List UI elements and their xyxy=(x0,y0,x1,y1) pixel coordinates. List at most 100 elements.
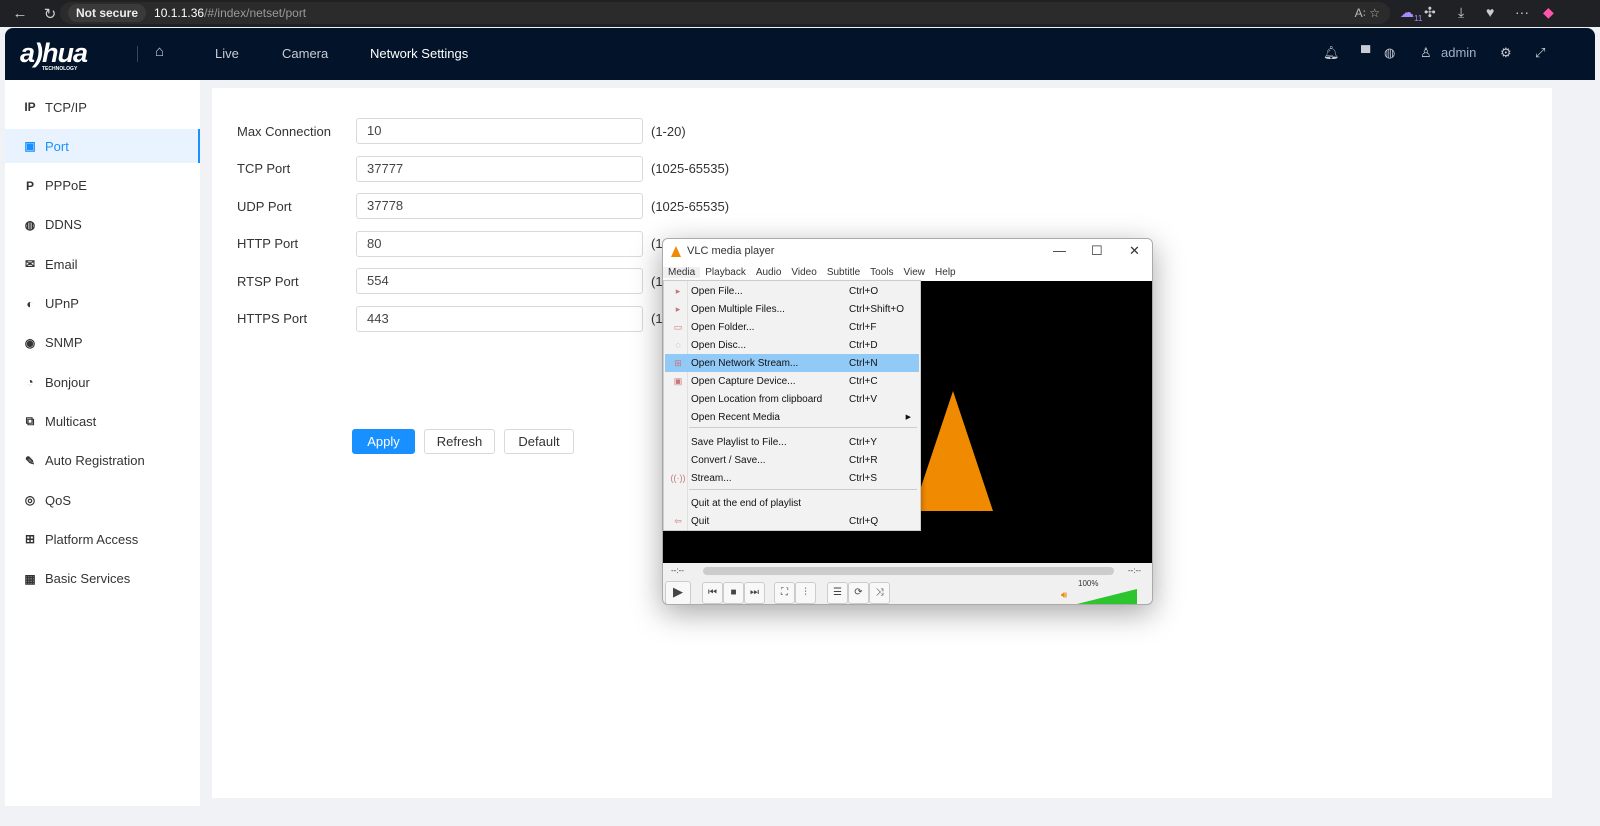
sidebar-item-multicast[interactable]: ⧉ Multicast xyxy=(5,404,200,438)
sidebar-item-bonjour[interactable]: ◔ Bonjour xyxy=(5,365,200,399)
nav-camera[interactable]: Camera xyxy=(282,46,328,61)
more-icon[interactable]: ··· xyxy=(1515,4,1529,20)
menu-item-save-playlist-to-file[interactable]: Save Playlist to File... Ctrl+Y xyxy=(665,433,919,451)
vlc-menu-help[interactable]: Help xyxy=(930,267,961,278)
menu-item-open-file[interactable]: ▸ Open File... Ctrl+O xyxy=(665,282,919,300)
platform-icon: ⊞ xyxy=(24,532,36,547)
previous-button[interactable]: ⏮ xyxy=(702,582,723,604)
nav-live[interactable]: Live xyxy=(215,46,239,61)
maximize-button[interactable]: ☐ xyxy=(1091,243,1103,259)
downloads-icon[interactable]: ⤓ xyxy=(1458,4,1464,21)
menu-item-label: Open Disc... xyxy=(691,339,747,351)
reload-icon[interactable]: ↻ xyxy=(40,5,60,23)
sidebar-item-label: Platform Access xyxy=(45,531,139,547)
minimize-button[interactable]: — xyxy=(1053,243,1066,258)
volume-slider[interactable] xyxy=(1077,589,1137,604)
menu-item-open-disc[interactable]: ◌ Open Disc... Ctrl+D xyxy=(665,336,919,354)
menu-item-open-folder[interactable]: ▭ Open Folder... Ctrl+F xyxy=(665,318,919,336)
field-range: (1025-65535) xyxy=(651,161,730,176)
menu-item-open-multiple-files[interactable]: ▸ Open Multiple Files... Ctrl+Shift+O xyxy=(665,300,919,318)
form-row: HTTPS Port 443 (1 xyxy=(237,305,663,332)
dahua-logo: a)hua TECHNOLOGY xyxy=(20,38,88,72)
shirt-icon[interactable]: ▀ xyxy=(1361,45,1370,60)
menu-item-label: Open Recent Media xyxy=(691,411,780,423)
fullscreen-button[interactable]: ⛶ xyxy=(774,582,795,604)
menu-item-label: Stream... xyxy=(691,472,732,484)
shuffle-button[interactable]: ⤨ xyxy=(869,582,890,604)
not-secure-badge[interactable]: Not secure xyxy=(68,4,147,22)
user-name[interactable]: admin xyxy=(1441,45,1476,60)
back-icon[interactable]: ← xyxy=(10,5,30,22)
menu-item-open-location-from-clipboard[interactable]: Open Location from clipboard Ctrl+V xyxy=(665,390,919,408)
vlc-menu-tools[interactable]: Tools xyxy=(865,267,898,278)
playlist-button[interactable]: ☰ xyxy=(827,582,848,604)
vlc-menu-audio[interactable]: Audio xyxy=(751,267,787,278)
bell-icon[interactable]: 🔔︎ xyxy=(1323,45,1340,61)
menu-item-open-network-stream[interactable]: ⊞ Open Network Stream... Ctrl+N xyxy=(665,354,919,372)
user-icon[interactable]: ♙ xyxy=(1420,45,1432,61)
qos-icon: ◎ xyxy=(24,493,36,507)
seek-slider[interactable] xyxy=(703,567,1114,575)
extension-icon[interactable]: ☁11 xyxy=(1400,4,1422,23)
field-input[interactable]: 37777 xyxy=(356,155,643,182)
sidebar-item-tcp-ip[interactable]: IP TCP/IP xyxy=(5,90,200,124)
fullscreen-icon[interactable]: ⤢ xyxy=(1535,45,1545,61)
menu-item-open-capture-device[interactable]: ▣ Open Capture Device... Ctrl+C xyxy=(665,372,919,390)
close-button[interactable]: ✕ xyxy=(1129,243,1140,259)
sidebar: IP TCP/IP ▣ Port P PPPoE ◍ DDNS ✉ Email ◐ UPnP ◉ SNMP… xyxy=(5,80,200,806)
sidebar-item-qos[interactable]: ◎ QoS xyxy=(5,483,200,517)
menu-item-stream[interactable]: ((·)) Stream... Ctrl+S xyxy=(665,469,919,487)
extended-settings-button[interactable]: ⫶ xyxy=(795,582,816,604)
globe-icon[interactable]: ◍ xyxy=(1384,45,1395,61)
form-row: TCP Port 37777 (1025-65535) xyxy=(237,155,730,182)
field-input[interactable]: 37778 xyxy=(356,193,643,219)
refresh-button[interactable]: Refresh xyxy=(424,429,495,454)
vlc-menu-view[interactable]: View xyxy=(899,267,931,278)
home-icon[interactable]: ⌂ xyxy=(155,43,164,60)
menu-item-label: Quit at the end of playlist xyxy=(691,497,802,509)
sidebar-item-email[interactable]: ✉ Email xyxy=(5,247,200,281)
sidebar-item-snmp[interactable]: ◉ SNMP xyxy=(5,326,200,360)
health-icon[interactable]: ♥ xyxy=(1486,4,1494,20)
field-input[interactable]: 554 xyxy=(356,268,643,294)
sidebar-item-label: Port xyxy=(45,138,69,154)
sidebar-item-port[interactable]: ▣ Port xyxy=(5,129,200,164)
extensions-puzzle-icon[interactable]: ✣ xyxy=(1424,4,1436,21)
menu-item-open-recent-media[interactable]: Open Recent Media ▶ xyxy=(665,408,919,426)
sidebar-item-upnp[interactable]: ◐ UPnP xyxy=(5,287,200,321)
nav-network-settings[interactable]: Network Settings xyxy=(370,46,468,61)
vlc-menu-subtitle[interactable]: Subtitle xyxy=(822,267,865,278)
sidebar-item-auto-registration[interactable]: ✎ Auto Registration xyxy=(5,444,200,478)
divider xyxy=(137,46,138,62)
time-elapsed: --:-- xyxy=(671,566,684,575)
field-input[interactable]: 80 xyxy=(356,230,643,257)
menu-item-shortcut: Ctrl+N xyxy=(849,357,878,369)
loop-button[interactable]: ⟳ xyxy=(848,582,869,604)
menu-item-convert-save[interactable]: Convert / Save... Ctrl+R xyxy=(665,451,919,469)
sidebar-item-basic-services[interactable]: ▦ Basic Services xyxy=(5,562,200,596)
mail-icon: ✉ xyxy=(24,257,36,272)
menu-item-shortcut: Ctrl+Q xyxy=(849,515,879,527)
vlc-menu-playback[interactable]: Playback xyxy=(700,267,751,278)
copilot-icon[interactable]: ◆ xyxy=(1543,4,1554,21)
next-button[interactable]: ⏭ xyxy=(744,582,765,604)
sidebar-item-platform-access[interactable]: ⊞ Platform Access xyxy=(5,522,200,556)
apply-button[interactable]: Apply xyxy=(352,429,415,454)
play-button[interactable]: ▶ xyxy=(665,581,691,604)
address-bar[interactable]: Not secure 10.1.1.36/#/index/netset/port… xyxy=(60,2,1390,24)
vlc-menu-media[interactable]: Media xyxy=(663,266,701,278)
menu-item-quit[interactable]: ⇦ Quit Ctrl+Q xyxy=(665,512,919,530)
field-input[interactable]: 443 xyxy=(356,305,643,332)
form-row: RTSP Port 554 (1 xyxy=(237,268,663,294)
speaker-icon[interactable]: 🔊︎ xyxy=(1061,590,1067,601)
settings-gear-icon[interactable]: ⚙ xyxy=(1500,45,1512,61)
vlc-menu-video[interactable]: Video xyxy=(786,267,821,278)
default-button[interactable]: Default xyxy=(504,429,574,454)
sidebar-item-pppoe[interactable]: P PPPoE xyxy=(5,169,200,203)
favorite-star-icon[interactable]: A꞉ ☆ xyxy=(1355,6,1380,20)
menu-item-quit-at-the-end-of-playlist[interactable]: Quit at the end of playlist xyxy=(665,494,919,512)
sidebar-item-ddns[interactable]: ◍ DDNS xyxy=(5,208,200,242)
stop-button[interactable]: ■ xyxy=(723,582,744,604)
field-input[interactable]: 10 xyxy=(356,118,643,144)
seek-row: --:-- --:-- xyxy=(663,563,1152,579)
